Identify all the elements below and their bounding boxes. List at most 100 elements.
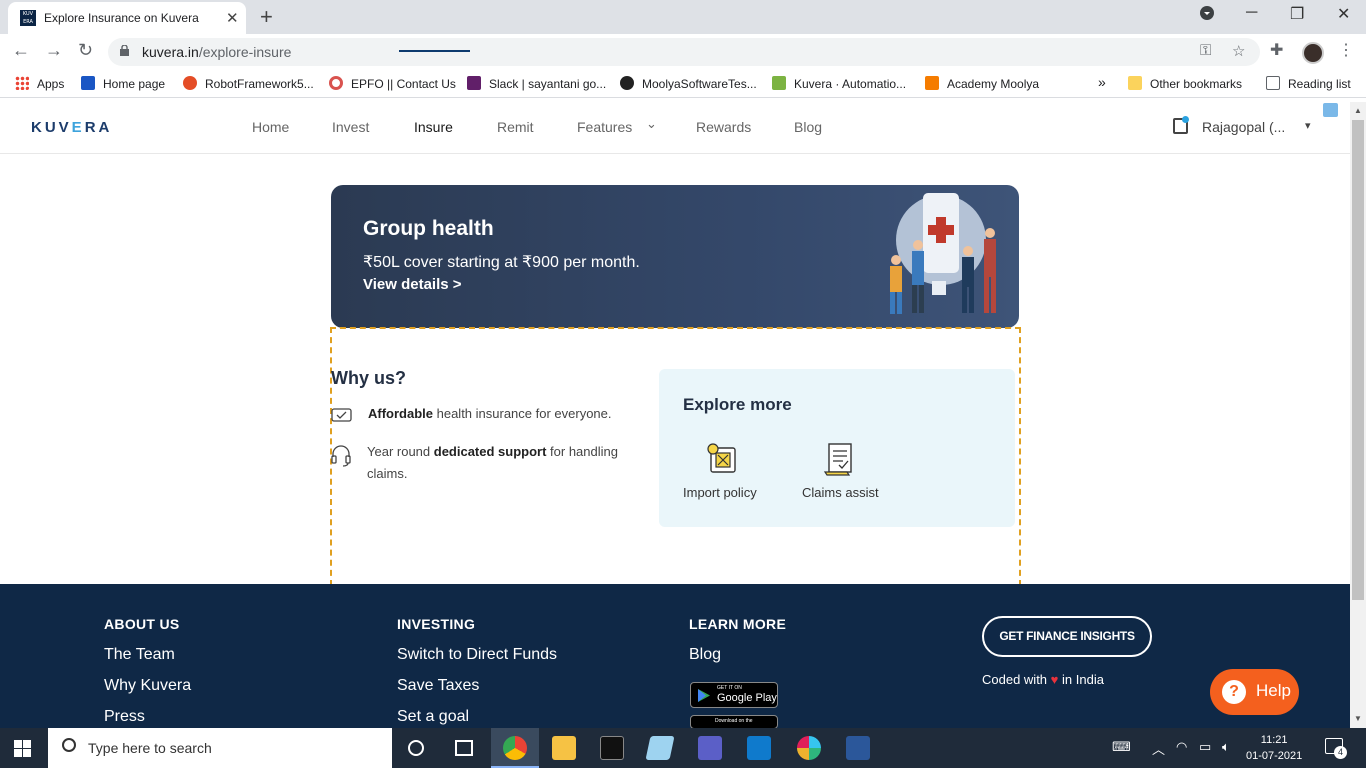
github-icon — [620, 76, 634, 90]
moolya-icon — [925, 76, 939, 90]
heart-icon: ♥ — [1050, 672, 1059, 687]
google-play-badge[interactable]: GET IT ON Google Play — [690, 682, 778, 708]
footer-link-the-team[interactable]: The Team — [104, 646, 175, 664]
cortana-icon[interactable] — [408, 740, 424, 756]
close-window-icon[interactable]: ✕ — [1337, 4, 1350, 24]
group-health-banner[interactable]: Group health ₹50L cover starting at ₹900… — [331, 185, 1019, 328]
footer-about-heading: ABOUT US — [104, 616, 180, 632]
file-explorer-icon[interactable] — [552, 736, 576, 760]
lock-icon — [120, 45, 129, 56]
nav-insure[interactable]: Insure — [414, 119, 453, 135]
kuvera-bookmark-icon — [772, 76, 786, 90]
footer-link-set-a-goal[interactable]: Set a goal — [397, 708, 469, 726]
windows-start-icon[interactable] — [14, 740, 31, 757]
maximize-icon[interactable]: ❐ — [1290, 4, 1304, 24]
bookmark-moolya-github[interactable]: MoolyaSoftwareTes... — [620, 76, 757, 91]
question-mark-icon: ? — [1222, 680, 1246, 704]
banner-title: Group health — [363, 217, 494, 240]
star-bookmark-icon[interactable]: ☆ — [1232, 42, 1245, 60]
bookmark-kuvera-automation[interactable]: Kuvera · Automatio... — [772, 76, 906, 91]
taskbar-search-placeholder: Type here to search — [88, 740, 212, 756]
claims-assist-icon — [823, 443, 852, 476]
vscode-icon[interactable] — [747, 736, 771, 760]
scroll-up-icon[interactable]: ▲ — [1354, 106, 1362, 115]
new-tab-icon[interactable]: + — [260, 4, 273, 30]
medical-illustration-icon — [890, 193, 996, 314]
bookmark-home-page[interactable]: Home page — [81, 76, 165, 91]
explore-more-title: Explore more — [683, 395, 792, 414]
bookmark-epfo[interactable]: EPFO || Contact Us — [329, 76, 456, 91]
key-icon[interactable]: ⚿ — [1200, 42, 1211, 59]
site-header: KUVERA Home Invest Insure Remit Features… — [0, 102, 1350, 154]
browser-toolbar: ← → ↻ kuvera.in/explore-insure ⚿ ☆ ✚ ⋮ — [0, 34, 1366, 70]
browser-tab[interactable]: KUV ERA Explore Insurance on Kuvera ✕ — [8, 2, 246, 34]
help-button[interactable]: ? Help — [1210, 669, 1299, 715]
user-chevron-down-icon[interactable]: ▾ — [1305, 119, 1311, 132]
chevron-down-icon[interactable]: ⌄ — [646, 116, 657, 132]
search-icon — [62, 738, 76, 752]
footer-link-why-kuvera[interactable]: Why Kuvera — [104, 677, 191, 695]
terminal-icon[interactable] — [600, 736, 624, 760]
wifi-icon[interactable]: ◠ — [1176, 739, 1187, 755]
why-us-item-affordable: Affordable health insurance for everyone… — [368, 406, 612, 421]
task-view-icon[interactable] — [455, 740, 473, 756]
view-details-link[interactable]: View details > — [363, 276, 462, 293]
more-bookmarks-icon[interactable]: » — [1098, 74, 1106, 90]
address-bar[interactable]: kuvera.in/explore-insure ⚿ ☆ — [108, 38, 1260, 66]
active-nav-underline — [399, 50, 470, 52]
claims-assist-label: Claims assist — [802, 485, 879, 500]
page-scrollbar[interactable]: ▲ ▼ — [1350, 102, 1366, 728]
profile-menu-icon[interactable] — [1200, 6, 1214, 25]
back-icon[interactable]: ← — [12, 40, 30, 61]
bookmark-academy-moolya[interactable]: Academy Moolya — [925, 76, 1039, 91]
bookmark-robotframework[interactable]: RobotFramework5... — [183, 76, 314, 91]
volume-icon[interactable]: 🔈︎ — [1222, 739, 1230, 755]
other-bookmarks[interactable]: Other bookmarks — [1128, 76, 1242, 91]
teams-icon[interactable] — [698, 736, 722, 760]
nav-blog[interactable]: Blog — [794, 119, 822, 135]
get-finance-insights-button[interactable]: GET FINANCE INSIGHTS — [982, 616, 1152, 657]
user-menu[interactable]: Rajagopal (... — [1202, 119, 1285, 135]
minimize-icon[interactable]: ─ — [1246, 4, 1257, 22]
bookmark-apps[interactable]: Apps — [15, 76, 64, 91]
taskbar-search-box[interactable]: Type here to search — [48, 728, 392, 768]
footer-link-switch-direct-funds[interactable]: Switch to Direct Funds — [397, 646, 557, 664]
reload-icon[interactable]: ↻ — [78, 40, 93, 61]
extensions-icon[interactable]: ✚ — [1270, 40, 1283, 60]
word-icon[interactable] — [846, 736, 870, 760]
extension-badge-icon[interactable] — [1323, 103, 1338, 117]
scroll-thumb[interactable] — [1352, 120, 1364, 600]
scroll-down-icon[interactable]: ▼ — [1354, 714, 1362, 723]
nav-home[interactable]: Home — [252, 119, 289, 135]
footer-link-blog[interactable]: Blog — [689, 646, 721, 664]
nav-remit[interactable]: Remit — [497, 119, 534, 135]
slack-taskbar-icon[interactable] — [797, 736, 821, 760]
forward-icon[interactable]: → — [45, 40, 63, 61]
url-text: kuvera.in/explore-insure — [142, 44, 292, 60]
footer-link-save-taxes[interactable]: Save Taxes — [397, 677, 479, 695]
nav-rewards[interactable]: Rewards — [696, 119, 751, 135]
chrome-menu-icon[interactable]: ⋮ — [1338, 40, 1354, 60]
nav-invest[interactable]: Invest — [332, 119, 369, 135]
tray-chevron-up-icon[interactable]: ︿ — [1152, 739, 1165, 758]
kuvera-logo[interactable]: KUVERA — [31, 119, 112, 136]
footer-investing-heading: INVESTING — [397, 616, 476, 632]
apps-grid-icon — [15, 76, 29, 90]
keyboard-icon[interactable]: ⌨ — [1112, 739, 1131, 755]
tab-close-icon[interactable]: ✕ — [226, 9, 239, 27]
chrome-taskbar-icon[interactable] — [503, 736, 527, 760]
notes-app-icon[interactable] — [645, 736, 675, 760]
footer-link-press[interactable]: Press — [104, 708, 145, 726]
cart-notification-dot — [1182, 116, 1189, 123]
reading-list[interactable]: Reading list — [1266, 76, 1351, 91]
robot-icon — [183, 76, 197, 90]
tab-title: Explore Insurance on Kuvera — [44, 11, 199, 25]
nav-features[interactable]: Features — [577, 119, 632, 135]
app-store-badge[interactable]: Download on the — [690, 715, 778, 729]
taskbar-clock[interactable]: 11:21 01-07-2021 — [1246, 732, 1302, 764]
profile-avatar[interactable] — [1302, 42, 1324, 64]
bookmark-slack[interactable]: Slack | sayantani go... — [467, 76, 606, 91]
battery-icon[interactable]: ▭ — [1199, 739, 1211, 755]
site-footer: ABOUT US The Team Why Kuvera Press INVES… — [0, 584, 1350, 729]
import-policy-icon — [707, 443, 736, 473]
